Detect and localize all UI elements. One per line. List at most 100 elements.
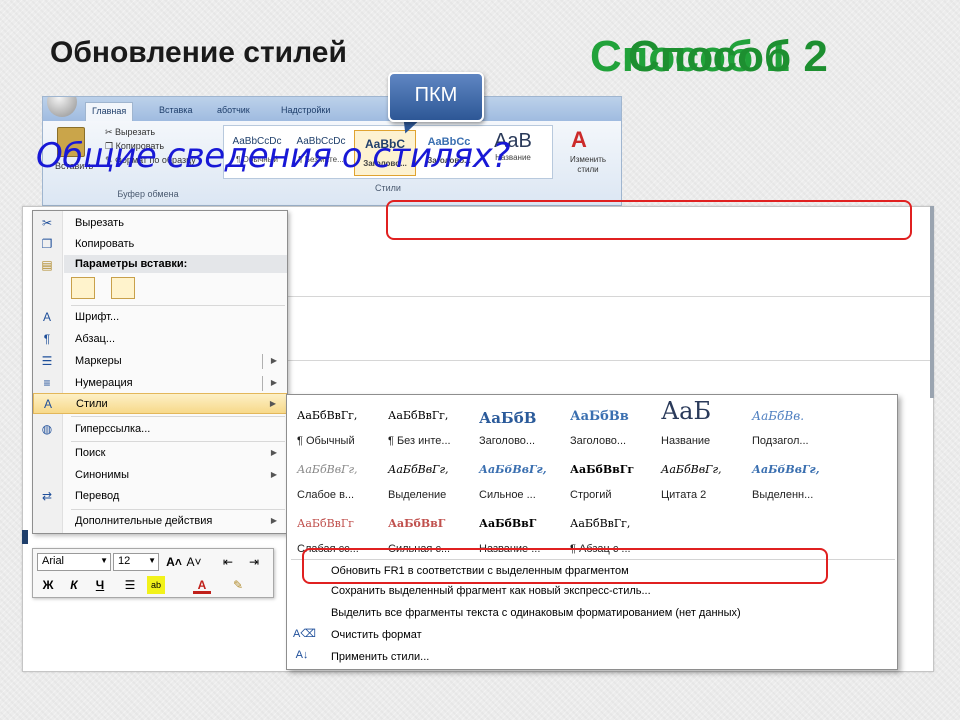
numbering-icon: ≡ xyxy=(43,376,51,390)
style-sample: АаБбВвГг, xyxy=(661,463,722,476)
highlight-color-icon[interactable]: ab xyxy=(147,576,165,594)
style-sample: АаБбВвГг, xyxy=(388,409,449,422)
style-sample: АаБбВвГг xyxy=(297,517,354,530)
menu-item-synonyms[interactable]: Синонимы ▶ xyxy=(33,465,287,486)
style-name: Заголово... xyxy=(479,435,536,447)
menu-separator xyxy=(71,416,285,417)
decrease-indent-icon[interactable]: ⇤ xyxy=(219,553,237,571)
paste-icon: ▤ xyxy=(41,258,53,272)
style-gallery-item[interactable]: АаБбВвГг, Сильное ... xyxy=(475,455,561,505)
font-name-field[interactable]: Arial ▼ xyxy=(37,553,111,571)
font-size-field[interactable]: 12 ▼ xyxy=(113,553,159,571)
style-sample: АаБбВвГ xyxy=(479,517,537,530)
dropdown-arrow-icon: ▼ xyxy=(148,556,156,565)
style-sample: АаБбВвГг, xyxy=(297,463,358,476)
translate-icon: ⇄ xyxy=(41,489,53,503)
style-gallery-item[interactable]: АаБбВвГг, Цитата 2 xyxy=(657,455,743,505)
style-sample: АаБбВ xyxy=(479,409,537,427)
menu-item-styles[interactable]: A Стили ▶ xyxy=(33,393,287,414)
paste-keep-format-icon[interactable] xyxy=(71,277,95,299)
menu-item-label: Маркеры xyxy=(75,355,122,367)
menu-item-hyperlink[interactable]: ◍ Гиперссылка... xyxy=(33,419,287,440)
format-painter-icon[interactable]: ✎ xyxy=(229,576,247,594)
style-gallery-item[interactable]: АаБбВвГг, ¶ Обычный xyxy=(293,401,379,451)
menu-item-numbering[interactable]: ≡ Нумерация ▶ xyxy=(33,373,287,394)
menu-item-label: Перевод xyxy=(75,490,120,502)
style-sample: АаБбВвГг, xyxy=(388,463,449,476)
highlight-frame xyxy=(386,200,912,240)
font-color-icon[interactable]: A xyxy=(193,576,211,594)
text-cursor xyxy=(22,530,28,544)
save-selection-as-quick-style[interactable]: Сохранить выделенный фрагмент как новый … xyxy=(287,581,897,602)
paragraph-icon: ¶ xyxy=(43,332,51,346)
method-overlay-2: Способ 2 xyxy=(628,32,828,81)
style-gallery-item[interactable]: АаБбВвГг, Выделенн... xyxy=(748,455,834,505)
clear-formatting[interactable]: A⌫ Очистить формат xyxy=(287,625,897,646)
menu-item-label: Нумерация xyxy=(75,377,133,389)
style-sample: АаБ xyxy=(661,397,712,425)
style-name: Строгий xyxy=(570,489,612,501)
submenu-arrow-icon: ▶ xyxy=(270,516,277,525)
copy-icon: ❐ xyxy=(41,237,53,251)
tab-insert[interactable]: Вставка xyxy=(153,102,198,121)
menu-item-cut[interactable]: ✂ Вырезать xyxy=(33,213,287,234)
styles-group-label: Стили xyxy=(375,183,401,193)
grow-font-icon[interactable]: A˄ xyxy=(165,553,183,571)
style-gallery-item[interactable]: АаБбВв Заголово... xyxy=(566,401,652,451)
italic-button[interactable]: К xyxy=(65,576,83,594)
tab-developer[interactable]: аботчик xyxy=(211,102,256,121)
style-name: Выделенн... xyxy=(752,489,814,501)
menu-item-more-actions[interactable]: Дополнительные действия ▶ xyxy=(33,511,287,532)
style-gallery-item[interactable]: АаБ Название xyxy=(657,397,743,451)
style-sample: АаБбВвГг, xyxy=(570,517,631,530)
menu-item-bullets[interactable]: ☰ Маркеры ▶ xyxy=(33,351,287,372)
menu-item-font[interactable]: A Шрифт... xyxy=(33,307,287,328)
style-name: ¶ Обычный xyxy=(297,435,355,447)
highlight-frame xyxy=(302,548,828,584)
style-gallery-item[interactable]: АаБбВ Заголово... xyxy=(475,401,561,451)
overview-question-link[interactable]: Общие сведения о стилях? xyxy=(36,136,510,176)
increase-indent-icon[interactable]: ⇥ xyxy=(245,553,263,571)
tab-home[interactable]: Главная xyxy=(85,102,134,121)
menu-item-paragraph[interactable]: ¶ Абзац... xyxy=(33,329,287,350)
change-styles-icon[interactable]: A xyxy=(571,127,587,153)
style-sample: АаБбВв. xyxy=(752,409,805,423)
submenu-arrow-icon: ▶ xyxy=(270,448,277,457)
style-gallery-item[interactable]: АаБбВв. Подзагол... xyxy=(748,401,834,451)
style-sample: АаБбВвГг, xyxy=(479,463,547,476)
menu-item-translate[interactable]: ⇄ Перевод xyxy=(33,486,287,507)
flyout-item-label: Применить стили... xyxy=(331,651,430,663)
select-all-similar-formatting[interactable]: Выделить все фрагменты текста с одинаков… xyxy=(287,603,897,624)
menu-item-copy[interactable]: ❐ Копировать xyxy=(33,234,287,255)
office-orb-icon[interactable] xyxy=(47,97,77,117)
flyout-item-label: Очистить формат xyxy=(331,629,422,641)
scissors-icon: ✂ xyxy=(41,216,53,230)
underline-button[interactable]: Ч xyxy=(91,576,109,594)
slide-title: Обновление стилей xyxy=(50,36,347,69)
shrink-font-icon[interactable]: A˅ xyxy=(185,553,203,571)
clear-format-icon: A⌫ xyxy=(293,628,316,640)
menu-separator xyxy=(71,305,285,306)
tab-addins[interactable]: Надстройки xyxy=(275,102,336,121)
styles-flyout: АаБбВвГг, ¶ Обычный АаБбВвГг, ¶ Без инте...… xyxy=(286,394,898,670)
style-sample: АаБбВвГг, xyxy=(752,463,820,476)
paste-options-label: Параметры вставки: xyxy=(75,258,188,270)
paste-picture-icon[interactable] xyxy=(111,277,135,299)
change-styles-button[interactable]: Изменить стили xyxy=(563,155,613,175)
style-gallery-item[interactable]: АаБбВвГг, Выделение xyxy=(384,455,470,505)
menu-item-label: Копировать xyxy=(75,238,135,250)
mini-toolbar: Arial ▼ 12 ▼ A˄ A˅ ⇤ ⇥ Ж К Ч ☰ ab A ✎ xyxy=(32,548,274,598)
style-gallery-item[interactable]: АаБбВвГг, ¶ Без инте... xyxy=(384,401,470,451)
style-name: Слабое в... xyxy=(297,489,355,501)
menu-item-label: Поиск xyxy=(75,447,106,459)
style-gallery-item[interactable]: АаБбВвГг, Слабое в... xyxy=(293,455,379,505)
bold-button[interactable]: Ж xyxy=(39,576,57,594)
clipboard-group-label: Буфер обмена xyxy=(117,189,179,199)
style-gallery-item[interactable]: АаБбВвГг Строгий xyxy=(566,455,652,505)
submenu-arrow-icon: ▶ xyxy=(270,470,277,479)
align-center-icon[interactable]: ☰ xyxy=(121,576,139,594)
apply-styles[interactable]: A↓ Применить стили... xyxy=(287,647,897,668)
flyout-item-label: Выделить все фрагменты текста с одинаков… xyxy=(331,607,741,619)
menu-item-search[interactable]: Поиск ▶ xyxy=(33,443,287,464)
dropdown-arrow-icon: ▼ xyxy=(100,556,108,565)
